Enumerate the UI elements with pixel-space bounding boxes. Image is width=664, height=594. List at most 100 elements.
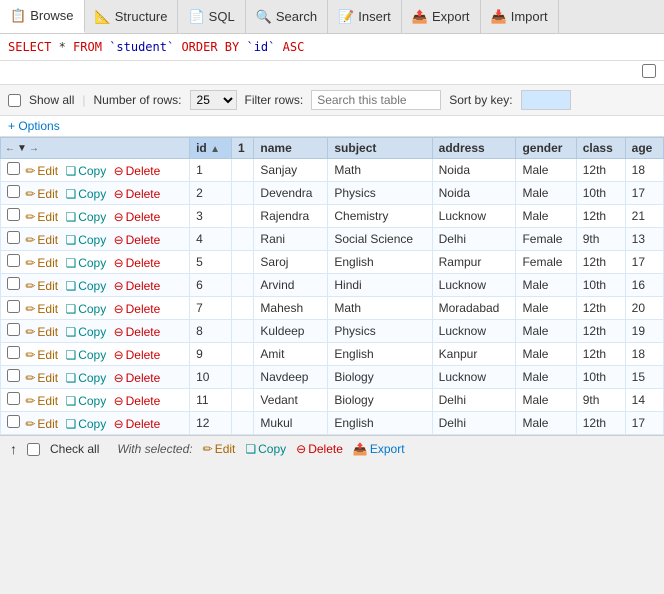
header-id[interactable]: id ▲ [190, 138, 232, 159]
bottom-copy-button[interactable]: ❏ Copy [245, 442, 286, 456]
copy-button-5[interactable]: ❏ Copy [65, 256, 106, 270]
pencil-icon-7: ✏ [25, 302, 35, 316]
cell-num-10 [232, 366, 254, 389]
copy-button-8[interactable]: ❏ Copy [65, 325, 106, 339]
edit-button-7[interactable]: ✏ Edit [25, 302, 58, 316]
pencil-icon: ✏ [203, 442, 213, 456]
delete-icon-3: ⊖ [114, 210, 124, 224]
sort-by-label: Sort by key: [449, 93, 512, 107]
row-checkbox-6[interactable] [7, 277, 20, 290]
edit-button-4[interactable]: ✏ Edit [25, 233, 58, 247]
cell-address-11: Delhi [432, 389, 516, 412]
copy-button-12[interactable]: ❏ Copy [65, 417, 106, 431]
export-icon: 📤 [412, 9, 428, 25]
header-age[interactable]: age [625, 138, 663, 159]
nav-browse[interactable]: 📋 Browse [0, 0, 85, 33]
bottom-delete-button[interactable]: ⊖ Delete [296, 442, 343, 456]
sort-icon[interactable]: ▼ [17, 143, 27, 154]
cell-address-1: Noida [432, 159, 516, 182]
copy-button-10[interactable]: ❏ Copy [65, 371, 106, 385]
edit-button-5[interactable]: ✏ Edit [25, 256, 58, 270]
cell-num-8 [232, 320, 254, 343]
copy-button-3[interactable]: ❏ Copy [65, 210, 106, 224]
nav-insert[interactable]: 📝 Insert [328, 0, 402, 33]
edit-button-6[interactable]: ✏ Edit [25, 279, 58, 293]
delete-button-9[interactable]: ⊖ Delete [114, 348, 161, 362]
edit-button-1[interactable]: ✏ Edit [25, 164, 58, 178]
row-checkbox-2[interactable] [7, 185, 20, 198]
delete-button-3[interactable]: ⊖ Delete [114, 210, 161, 224]
filter-input[interactable] [311, 90, 441, 110]
nav-sql[interactable]: 📄 SQL [178, 0, 245, 33]
nav-export[interactable]: 📤 Export [402, 0, 481, 33]
delete-button-1[interactable]: ⊖ Delete [114, 164, 161, 178]
delete-button-8[interactable]: ⊖ Delete [114, 325, 161, 339]
data-table-container: ← ▼ → id ▲ 1 name subject address gender… [0, 137, 664, 435]
row-checkbox-10[interactable] [7, 369, 20, 382]
delete-button-4[interactable]: ⊖ Delete [114, 233, 161, 247]
row-checkbox-9[interactable] [7, 346, 20, 359]
copy-button-4[interactable]: ❏ Copy [65, 233, 106, 247]
edit-button-12[interactable]: ✏ Edit [25, 417, 58, 431]
row-actions-1: ✏ Edit ❏ Copy ⊖ Delete [1, 159, 190, 182]
sort-by-input[interactable]: PRIM [521, 90, 571, 110]
copy-icon-3: ❏ [65, 210, 76, 224]
delete-button-5[interactable]: ⊖ Delete [114, 256, 161, 270]
header-subject[interactable]: subject [328, 138, 432, 159]
copy-button-2[interactable]: ❏ Copy [65, 187, 106, 201]
edit-button-9[interactable]: ✏ Edit [25, 348, 58, 362]
top-checkbox[interactable] [642, 64, 656, 78]
row-checkbox-12[interactable] [7, 415, 20, 428]
delete-button-10[interactable]: ⊖ Delete [114, 371, 161, 385]
arrow-left-icon[interactable]: ← [5, 143, 15, 154]
row-checkbox-11[interactable] [7, 392, 20, 405]
copy-icon-12: ❏ [65, 417, 76, 431]
pencil-icon-9: ✏ [25, 348, 35, 362]
copy-button-7[interactable]: ❏ Copy [65, 302, 106, 316]
row-checkbox-8[interactable] [7, 323, 20, 336]
num-rows-select[interactable]: 25 50 100 [190, 90, 237, 110]
edit-button-8[interactable]: ✏ Edit [25, 325, 58, 339]
delete-button-6[interactable]: ⊖ Delete [114, 279, 161, 293]
table-row: ✏ Edit ❏ Copy ⊖ Delete 12 Mukul English … [1, 412, 664, 435]
edit-button-11[interactable]: ✏ Edit [25, 394, 58, 408]
copy-button-11[interactable]: ❏ Copy [65, 394, 106, 408]
delete-button-12[interactable]: ⊖ Delete [114, 417, 161, 431]
header-name[interactable]: name [254, 138, 328, 159]
copy-button-1[interactable]: ❏ Copy [65, 164, 106, 178]
edit-button-10[interactable]: ✏ Edit [25, 371, 58, 385]
delete-button-11[interactable]: ⊖ Delete [114, 394, 161, 408]
header-address[interactable]: address [432, 138, 516, 159]
row-actions-9: ✏ Edit ❏ Copy ⊖ Delete [1, 343, 190, 366]
bottom-edit-button[interactable]: ✏ Edit [203, 442, 236, 456]
row-checkbox-7[interactable] [7, 300, 20, 313]
nav-search[interactable]: 🔍 Search [246, 0, 328, 33]
edit-button-2[interactable]: ✏ Edit [25, 187, 58, 201]
arrow-right-icon[interactable]: → [29, 143, 39, 154]
cell-subject-12: English [328, 412, 432, 435]
header-1[interactable]: 1 [232, 138, 254, 159]
edit-button-3[interactable]: ✏ Edit [25, 210, 58, 224]
show-all-checkbox[interactable] [8, 94, 21, 107]
header-class[interactable]: class [576, 138, 625, 159]
bottom-export-button[interactable]: 📤 Export [353, 442, 405, 456]
row-checkbox-4[interactable] [7, 231, 20, 244]
pencil-icon-1: ✏ [25, 164, 35, 178]
check-all-checkbox[interactable] [27, 443, 40, 456]
cell-class-2: 10th [576, 182, 625, 205]
copy-button-6[interactable]: ❏ Copy [65, 279, 106, 293]
cell-gender-3: Male [516, 205, 576, 228]
cell-num-2 [232, 182, 254, 205]
delete-icon-5: ⊖ [114, 256, 124, 270]
nav-import[interactable]: 📥 Import [481, 0, 559, 33]
copy-button-9[interactable]: ❏ Copy [65, 348, 106, 362]
row-checkbox-3[interactable] [7, 208, 20, 221]
row-checkbox-5[interactable] [7, 254, 20, 267]
row-checkbox-1[interactable] [7, 162, 20, 175]
delete-button-7[interactable]: ⊖ Delete [114, 302, 161, 316]
cell-id-9: 9 [190, 343, 232, 366]
nav-structure[interactable]: 📐 Structure [85, 0, 179, 33]
header-gender[interactable]: gender [516, 138, 576, 159]
options-link[interactable]: + Options [8, 119, 60, 133]
delete-button-2[interactable]: ⊖ Delete [114, 187, 161, 201]
